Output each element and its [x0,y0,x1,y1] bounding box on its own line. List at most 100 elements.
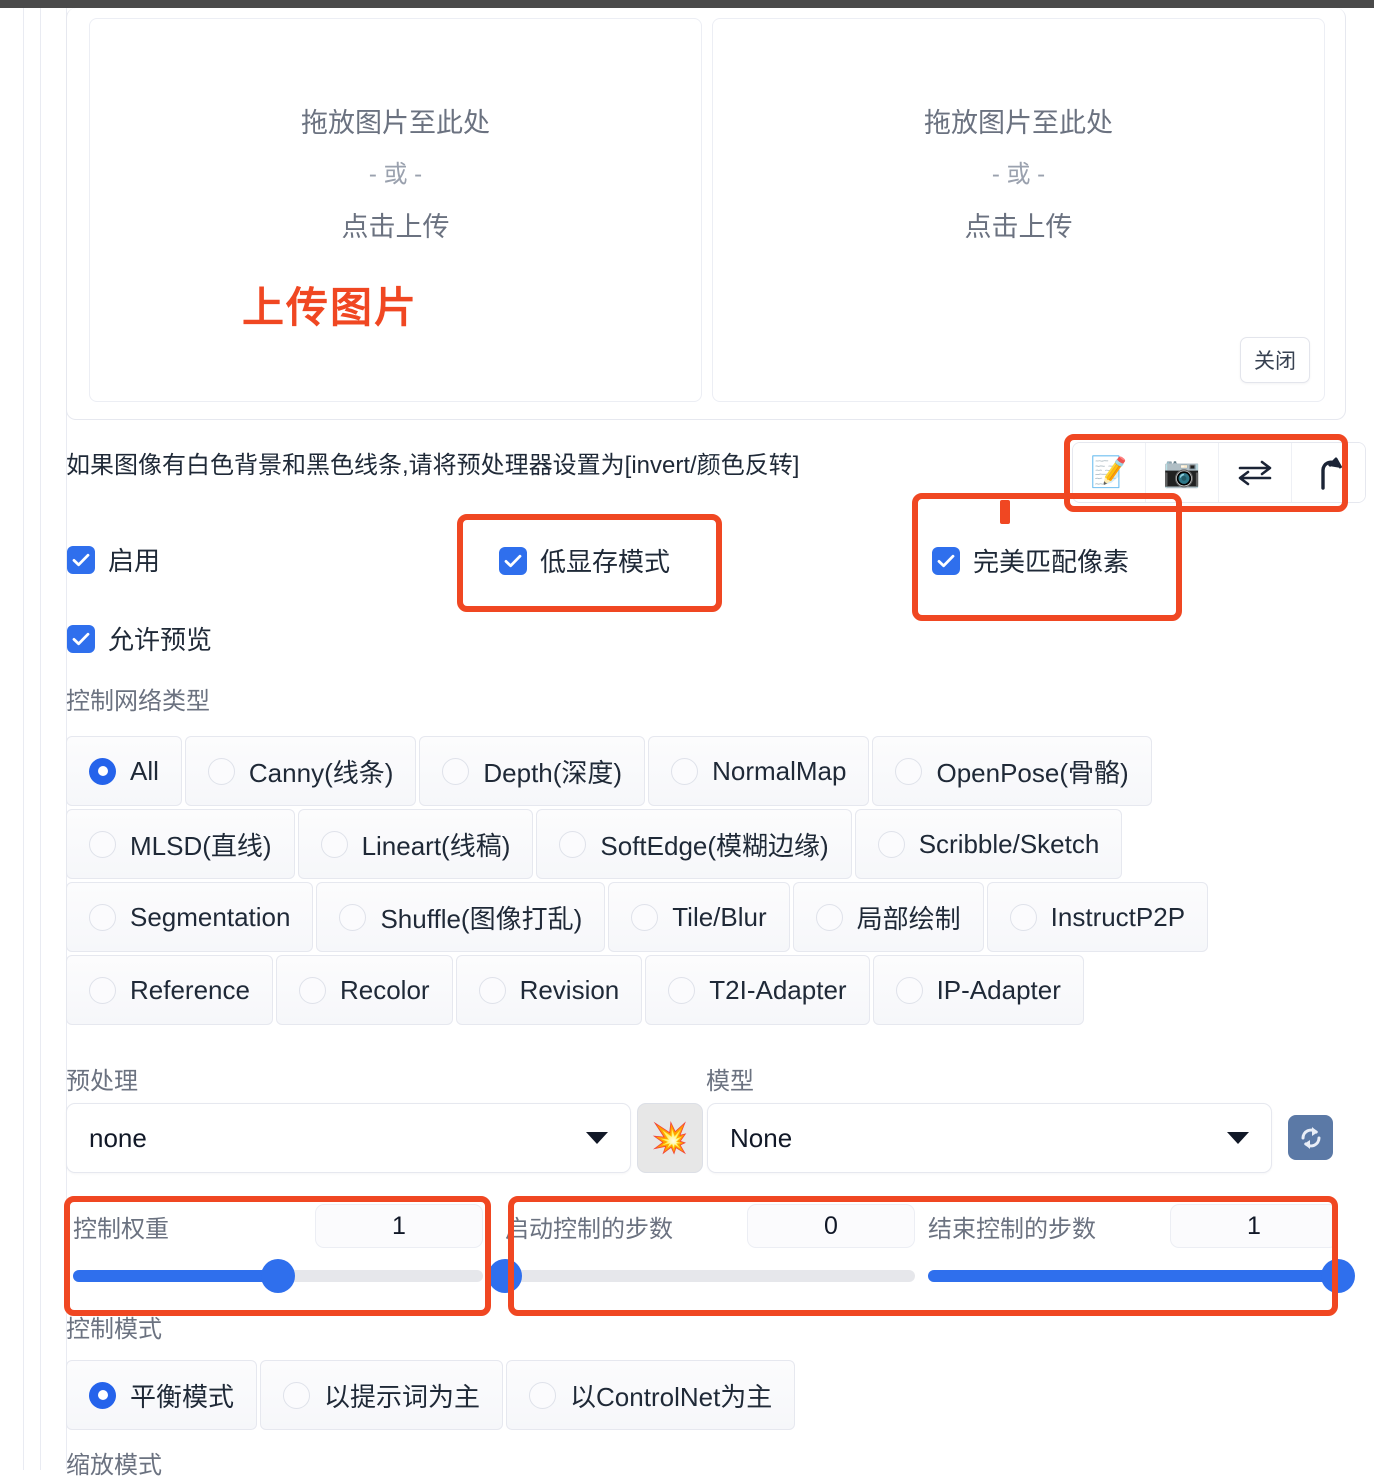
control-type-label: NormalMap [712,755,847,786]
preprocessor-value: none [89,1122,147,1153]
control-mode-section-label: 控制模式 [66,1316,162,1343]
controlnet-panel: 拖放图片至此处 - 或 - 点击上传 上传图片 拖放图片至此处 - 或 - 点击… [0,8,1374,1479]
slider-value-input[interactable]: 1 [315,1204,483,1248]
dropzone-title-left: 拖放图片至此处 [301,108,490,138]
close-button[interactable]: 关闭 [1240,337,1310,383]
radio-icon [339,903,367,931]
slider-label: 控制权重 [73,1215,169,1243]
run-preprocessor-button[interactable]: 💥 [637,1103,703,1173]
radio-icon [320,830,348,858]
slider-label: 启动控制的步数 [505,1215,673,1243]
control-type-label: IP-Adapter [936,974,1061,1005]
checkbox-enable-label: 启用 [108,546,161,576]
dropzone-title-right: 拖放图片至此处 [924,108,1113,138]
annotation-tick-mark [1000,500,1010,524]
radio-icon [668,976,696,1004]
checkbox-pixel-perfect[interactable]: 完美匹配像素 [932,542,1129,579]
slider-value-input[interactable]: 1 [1170,1204,1338,1248]
control-type-scribble[interactable]: Scribble/Sketch [854,809,1123,879]
radio-icon [89,830,116,858]
control-type-all[interactable]: All [66,736,182,806]
control-mode-controlnet-priority[interactable]: 以ControlNet为主 [506,1360,796,1430]
slider-start-control-step: 启动控制的步数 0 [488,1204,915,1293]
control-type-depth[interactable]: Depth(深度) [419,736,646,806]
camera-icon[interactable]: 📷 [1146,443,1219,502]
control-type-recolor[interactable]: Recolor [275,955,453,1025]
radio-icon [207,757,235,785]
checkbox-allow-preview-label: 允许预览 [108,625,213,655]
image-upload-area: 拖放图片至此处 - 或 - 点击上传 上传图片 拖放图片至此处 - 或 - 点击… [66,8,1346,420]
control-type-instructp2p[interactable]: InstructP2P [986,882,1209,952]
control-mode-label: 以提示词为主 [324,1381,481,1412]
radio-icon [1009,903,1037,931]
slider-handle[interactable] [488,1259,522,1293]
window-top-strip [0,0,1374,8]
slider-value-input[interactable]: 0 [747,1204,915,1248]
control-mode-balanced[interactable]: 平衡模式 [66,1360,258,1430]
preprocessor-label: 预处理 [66,1068,138,1095]
dropzone-text-right: 拖放图片至此处 - 或 - 点击上传 [713,97,1324,253]
image-dropzone-right[interactable]: 拖放图片至此处 - 或 - 点击上传 关闭 [712,18,1325,402]
control-type-label: Scribble/Sketch [918,828,1100,859]
control-type-radio-grid: All Canny(线条) Depth(深度) NormalMap OpenPo… [66,736,1306,1028]
memo-pencil-icon[interactable]: 📝 [1073,443,1146,502]
control-type-normalmap[interactable]: NormalMap [648,736,870,806]
slider-handle[interactable] [1321,1259,1355,1293]
swap-arrows-icon[interactable] [1219,443,1292,502]
control-type-label: Canny(线条) [248,757,394,788]
checkbox-low-vram[interactable]: 低显存模式 [499,542,670,579]
arrow-up-curve-icon[interactable] [1292,443,1365,502]
control-type-mlsd[interactable]: MLSD(直线) [66,809,295,879]
control-mode-prompt-priority[interactable]: 以提示词为主 [260,1360,504,1430]
control-mode-radio-group: 平衡模式 以提示词为主 以ControlNet为主 [66,1360,798,1430]
control-type-inpaint[interactable]: 局部绘制 [792,882,984,952]
control-type-openpose[interactable]: OpenPose(骨骼) [872,736,1152,806]
model-value: None [730,1122,793,1153]
radio-icon [442,757,470,785]
slider-label: 结束控制的步数 [928,1215,1096,1243]
control-type-shuffle[interactable]: Shuffle(图像打乱) [316,882,606,952]
slider-track[interactable] [73,1259,483,1293]
resize-mode-section-label: 缩放模式 [66,1452,162,1479]
control-type-canny[interactable]: Canny(线条) [184,736,417,806]
control-type-revision[interactable]: Revision [455,955,643,1025]
control-type-label: SoftEdge(模糊边缘) [600,830,829,861]
control-type-ip-adapter[interactable]: IP-Adapter [872,955,1084,1025]
slider-handle[interactable] [261,1259,295,1293]
refresh-icon [1301,1126,1320,1149]
control-type-label: Segmentation [130,901,291,932]
slider-header: 控制权重 1 [73,1204,483,1248]
control-type-t2i-adapter[interactable]: T2I-Adapter [645,955,870,1025]
model-select[interactable]: None [707,1103,1272,1173]
control-type-reference[interactable]: Reference [66,955,273,1025]
memo-pencil-glyph: 📝 [1090,455,1128,489]
preprocessor-select[interactable]: none [66,1103,631,1173]
radio-icon [89,976,116,1004]
control-type-lineart[interactable]: Lineart(线稿) [297,809,534,879]
control-type-segmentation[interactable]: Segmentation [66,882,314,952]
refresh-models-button[interactable] [1288,1115,1333,1160]
spark-icon: 💥 [651,1121,689,1155]
checkbox-allow-preview[interactable]: 允许预览 [67,620,212,657]
image-tools-toolbar: 📝 📷 [1072,442,1366,503]
slider-header: 启动控制的步数 0 [505,1204,915,1248]
control-type-row-1: All Canny(线条) Depth(深度) NormalMap OpenPo… [66,736,1306,806]
dropzone-or-left: - 或 - [368,161,423,188]
dropzone-or-right: - 或 - [991,161,1046,188]
radio-icon [89,757,116,785]
control-type-label: T2I-Adapter [709,974,847,1005]
checkbox-enable[interactable]: 启用 [67,541,160,578]
control-type-row-2: MLSD(直线) Lineart(线稿) SoftEdge(模糊边缘) Scri… [66,809,1306,879]
control-type-label: MLSD(直线) [130,830,272,861]
slider-track[interactable] [488,1259,915,1293]
control-type-softedge[interactable]: SoftEdge(模糊边缘) [536,809,852,879]
camera-glyph: 📷 [1163,455,1201,489]
radio-icon [895,976,923,1004]
image-dropzone-left[interactable]: 拖放图片至此处 - 或 - 点击上传 上传图片 [89,18,702,402]
control-type-tile-blur[interactable]: Tile/Blur [608,882,790,952]
radio-icon [559,830,587,858]
dropzone-click-right: 点击上传 [964,212,1073,242]
slider-track[interactable] [928,1259,1355,1293]
radio-icon [283,1381,311,1409]
control-type-label: Shuffle(图像打乱) [380,903,583,934]
